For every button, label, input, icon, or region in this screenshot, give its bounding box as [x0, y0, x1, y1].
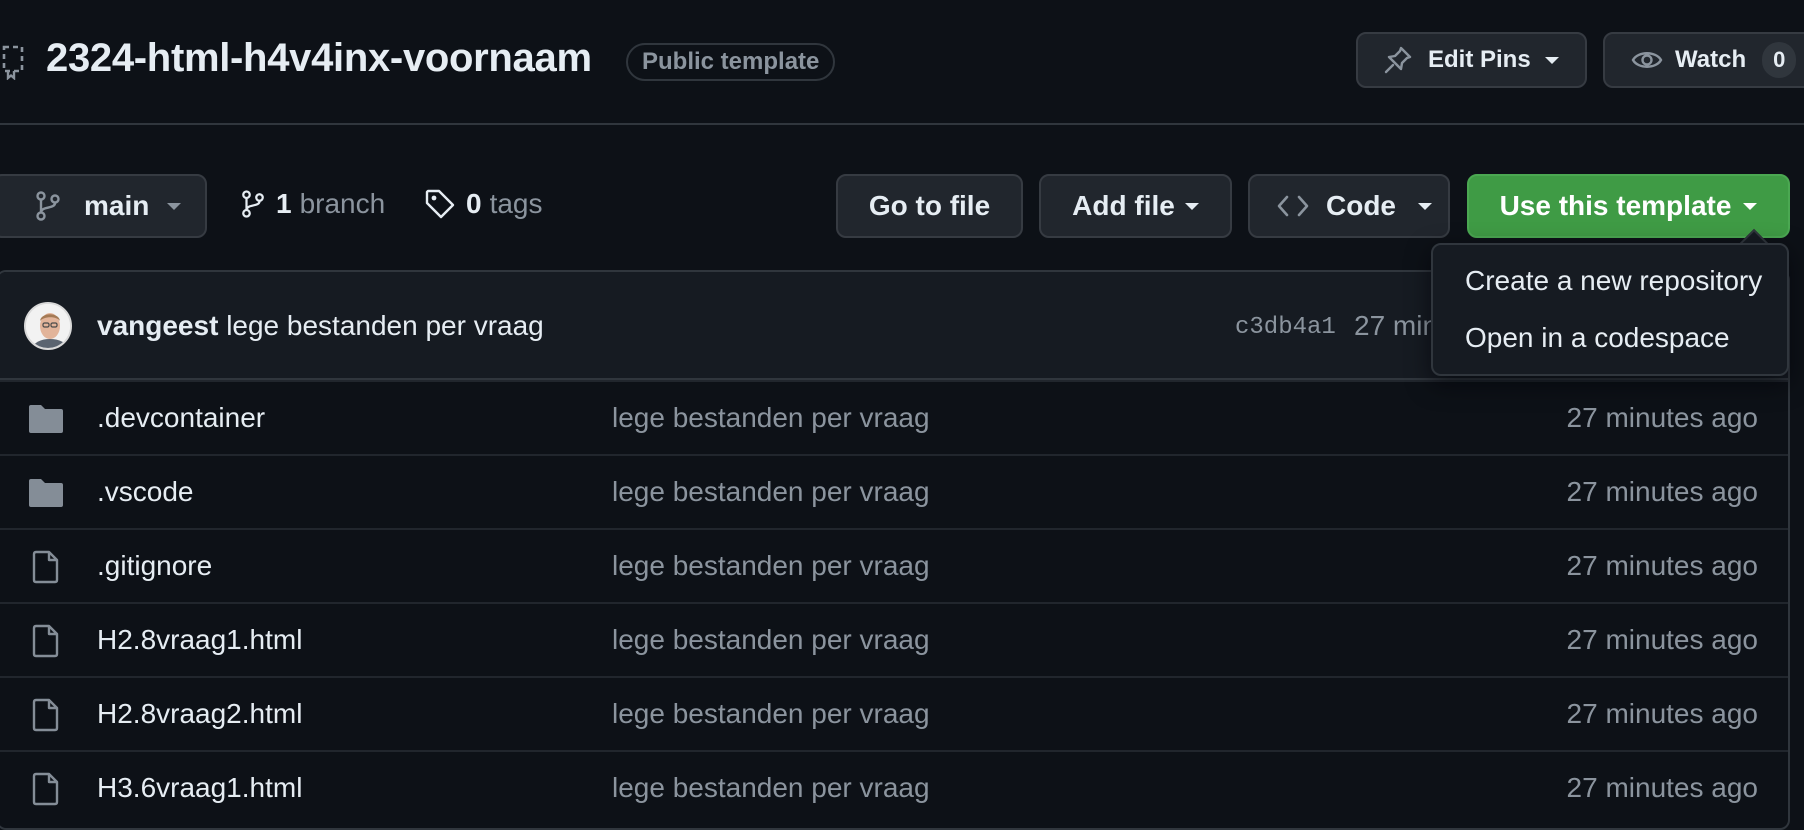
file-name-link[interactable]: .vscode: [97, 476, 194, 508]
file-row[interactable]: H3.6vraag1.html lege bestanden per vraag 2…: [0, 750, 1788, 824]
branches-link[interactable]: 1 branch: [240, 188, 385, 220]
git-branch-icon: [36, 191, 60, 221]
header-divider: [0, 123, 1804, 125]
go-to-file-button[interactable]: Go to file: [836, 174, 1023, 238]
branch-name: main: [84, 190, 150, 221]
code-button[interactable]: Code: [1248, 174, 1450, 238]
tag-label: tags: [489, 188, 543, 219]
watch-count: 0: [1762, 42, 1797, 78]
file-icon: [28, 624, 64, 658]
commit-author[interactable]: vangeest: [97, 310, 218, 341]
chevron-down-icon: [1418, 202, 1432, 210]
branch-selector[interactable]: main: [0, 174, 207, 238]
file-commit-time: 27 minutes ago: [1566, 698, 1758, 729]
branch-count: 1: [276, 188, 292, 219]
tags-link[interactable]: 0 tags: [424, 188, 543, 220]
author-portrait: [26, 304, 70, 348]
file-commit-time: 27 minutes ago: [1566, 402, 1758, 433]
watch-button[interactable]: Watch 0: [1603, 32, 1804, 88]
file-commit-time: 27 minutes ago: [1566, 550, 1758, 581]
file-commit-time: 27 minutes ago: [1566, 476, 1758, 507]
file-commit-message[interactable]: lege bestanden per vraag: [612, 476, 930, 508]
chevron-down-icon: [1743, 202, 1758, 210]
commit-message[interactable]: vangeest lege bestanden per vraag: [97, 310, 544, 342]
repo-title[interactable]: 2324-html-h4v4inx-voornaam: [46, 36, 592, 81]
file-name-link[interactable]: H2.8vraag1.html: [97, 624, 302, 656]
edit-pins-label: Edit Pins: [1428, 46, 1531, 73]
visibility-badge: Public template: [626, 43, 836, 81]
file-commit-time: 27 minutes ago: [1566, 772, 1758, 803]
avatar[interactable]: [24, 302, 72, 350]
watch-label: Watch: [1675, 46, 1747, 73]
branch-label: branch: [299, 188, 386, 219]
file-commit-message[interactable]: lege bestanden per vraag: [612, 772, 930, 804]
folder-icon: [28, 476, 64, 510]
file-name-link[interactable]: H2.8vraag2.html: [97, 698, 302, 730]
tag-icon: [425, 189, 455, 219]
edit-pins-button[interactable]: Edit Pins: [1356, 32, 1587, 88]
tag-count: 0: [466, 188, 482, 219]
add-file-button[interactable]: Add file: [1039, 174, 1232, 238]
add-file-label: Add file: [1072, 190, 1175, 221]
commit-text[interactable]: lege bestanden per vraag: [226, 310, 544, 341]
repo-template-icon: [2, 45, 24, 80]
file-commit-message[interactable]: lege bestanden per vraag: [612, 698, 930, 730]
chevron-down-icon: [1184, 202, 1199, 210]
file-commit-time: 27 minutes ago: [1566, 624, 1758, 655]
file-name-link[interactable]: .devcontainer: [97, 402, 265, 434]
use-template-label: Use this template: [1499, 190, 1732, 221]
eye-icon: [1631, 52, 1663, 68]
code-icon: [1277, 195, 1309, 217]
file-commit-message[interactable]: lege bestanden per vraag: [612, 624, 930, 656]
folder-icon: [28, 402, 64, 436]
chevron-down-icon: [167, 202, 182, 210]
menu-item-create-repository[interactable]: Create a new repository: [1465, 265, 1762, 297]
file-name-link[interactable]: .gitignore: [97, 550, 212, 582]
file-row[interactable]: H2.8vraag2.html lege bestanden per vraag 2…: [0, 676, 1788, 750]
code-label: Code: [1326, 190, 1396, 221]
git-branch-icon: [242, 190, 264, 218]
file-commit-message[interactable]: lege bestanden per vraag: [612, 550, 930, 582]
file-row[interactable]: .gitignore lege bestanden per vraag 27 min…: [0, 528, 1788, 602]
chevron-down-icon: [1544, 56, 1559, 64]
use-template-menu: Create a new repository Open in a codesp…: [1431, 243, 1789, 376]
file-row[interactable]: .vscode lege bestanden per vraag 27 minute…: [0, 454, 1788, 528]
use-template-button[interactable]: Use this template: [1467, 174, 1790, 238]
file-name-link[interactable]: H3.6vraag1.html: [97, 772, 302, 804]
commit-sha[interactable]: c3db4a1: [1235, 314, 1336, 341]
go-to-file-label: Go to file: [868, 190, 991, 221]
file-icon: [28, 698, 64, 732]
file-row[interactable]: H2.8vraag1.html lege bestanden per vraag 2…: [0, 602, 1788, 676]
file-icon: [28, 550, 64, 584]
file-icon: [28, 772, 64, 806]
file-row[interactable]: .devcontainer lege bestanden per vraag 27 …: [0, 380, 1788, 454]
file-commit-message[interactable]: lege bestanden per vraag: [612, 402, 930, 434]
pin-icon: [1384, 46, 1412, 74]
menu-item-open-codespace[interactable]: Open in a codespace: [1465, 322, 1730, 354]
